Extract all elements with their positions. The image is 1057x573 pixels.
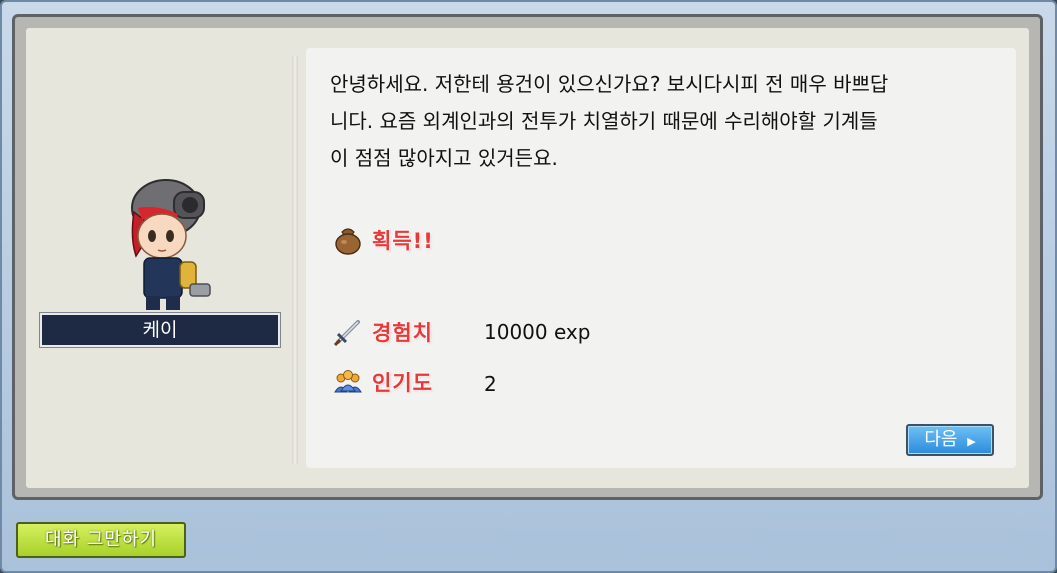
npc-dialog-window: 케이 안녕하세요. 저한테 용건이 있으신가요? 보시다시피 전 매우 바쁘답 … — [0, 0, 1057, 573]
dialog-line: 안녕하세요. 저한테 용건이 있으신가요? 보시다시피 전 매우 바쁘답 — [330, 72, 889, 96]
sack-icon — [335, 228, 361, 255]
dialog-textbox: 안녕하세요. 저한테 용건이 있으신가요? 보시다시피 전 매우 바쁘답 니다.… — [306, 48, 1016, 468]
next-button-label: 다음 — [924, 429, 958, 450]
dialog-text: 안녕하세요. 저한테 용건이 있으신가요? 보시다시피 전 매우 바쁘답 니다.… — [330, 66, 980, 177]
people-icon — [334, 370, 362, 393]
end-chat-button[interactable]: 대화 그만하기 — [16, 522, 186, 558]
sword-icon — [333, 320, 360, 347]
dialog-panel: 케이 안녕하세요. 저한테 용건이 있으신가요? 보시다시피 전 매우 바쁘답 … — [26, 28, 1029, 488]
exp-value: 10000 exp — [484, 320, 591, 344]
dialog-line: 이 점점 많아지고 있거든요. — [330, 146, 558, 170]
fame-reward-row: 인기도 2 — [332, 366, 732, 398]
reward-header-row: 획득!! — [332, 224, 434, 256]
fame-label: 인기도 — [372, 371, 433, 395]
dialog-line: 니다. 요즘 외계인과의 전투가 치열하기 때문에 수리해야할 기계들 — [330, 109, 878, 133]
npc-nameplate: 케이 — [39, 312, 281, 348]
panel-divider — [292, 56, 298, 464]
exp-reward-row: 경험치 10000 exp — [332, 316, 732, 348]
triangle-right-icon: ▶ — [967, 435, 976, 448]
next-button[interactable]: 다음 ▶ — [906, 424, 994, 456]
fame-value: 2 — [484, 372, 497, 396]
exp-label: 경험치 — [372, 321, 433, 345]
npc-portrait — [131, 179, 211, 310]
reward-header: 획득!! — [372, 229, 434, 253]
